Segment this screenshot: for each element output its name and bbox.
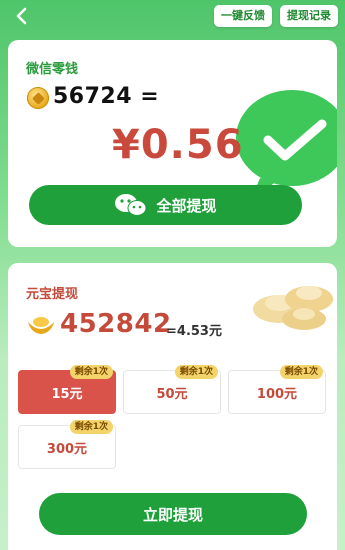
wechat-logo-icon <box>115 194 147 216</box>
remaining-tag: 剩余1次 <box>174 365 218 379</box>
option-label: 100元 <box>256 386 298 402</box>
gold-ingots-icon <box>253 286 333 330</box>
coin-count: 56724 <box>53 84 133 109</box>
back-arrow-icon[interactable] <box>12 6 32 26</box>
gold-coin-icon <box>27 87 49 109</box>
remaining-tag: 剩余1次 <box>69 365 113 379</box>
yuanbao-equivalent: =4.53元 <box>166 324 222 339</box>
cash-amount: ¥0.56 <box>112 122 244 168</box>
feedback-button[interactable]: 一键反馈 <box>214 5 272 27</box>
withdraw-all-button[interactable]: 全部提现 <box>29 185 302 225</box>
option-label: 15元 <box>51 386 83 402</box>
wechat-change-title: 微信零钱 <box>26 62 79 77</box>
yuanbao-title: 元宝提现 <box>26 287 79 302</box>
withdraw-all-label: 全部提现 <box>156 196 217 215</box>
wechat-change-card: 微信零钱 56724 = ¥0.56 全部提现 <box>8 40 337 247</box>
option-label: 50元 <box>156 386 188 402</box>
remaining-tag: 剩余1次 <box>69 420 113 434</box>
option-100[interactable]: 剩余1次 100元 <box>228 365 326 414</box>
option-label: 300元 <box>46 441 88 457</box>
gold-ingot-icon <box>28 317 54 334</box>
coin-balance: 56724 = <box>53 84 159 109</box>
yuanbao-card: 元宝提现 452842 =4.53元 剩余1次 15元 剩余1次 50元 剩余1… <box>8 263 337 550</box>
top-bar: 一键反馈 提现记录 <box>0 0 345 34</box>
equals-sign: = <box>140 84 160 109</box>
withdraw-records-button[interactable]: 提现记录 <box>280 5 338 27</box>
withdraw-now-button[interactable]: 立即提现 <box>39 493 307 535</box>
wechat-watermark-icon <box>236 90 337 198</box>
option-15[interactable]: 剩余1次 15元 <box>18 365 116 414</box>
option-300[interactable]: 剩余1次 300元 <box>18 420 116 469</box>
option-50[interactable]: 剩余1次 50元 <box>123 365 221 414</box>
yuanbao-amount: 452842 <box>60 309 172 339</box>
remaining-tag: 剩余1次 <box>279 365 323 379</box>
